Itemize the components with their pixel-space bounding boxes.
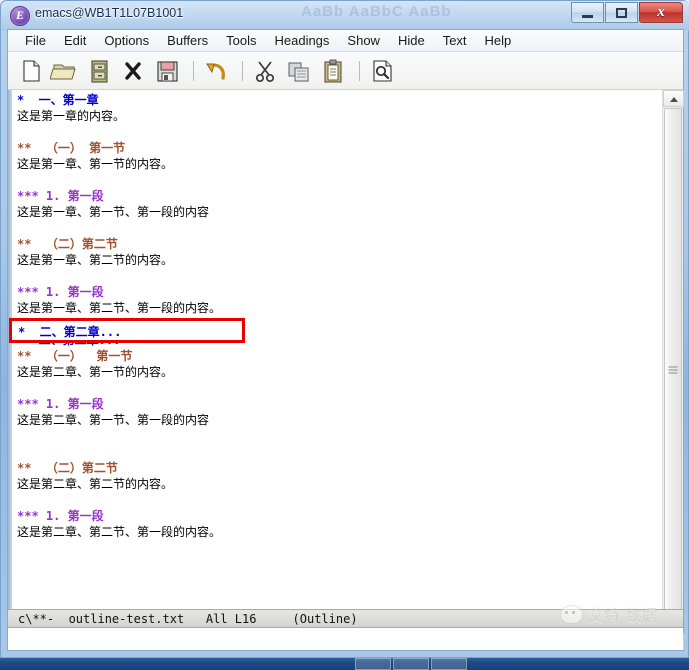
buffer-blank-line[interactable] xyxy=(17,220,661,236)
buffer-line-body[interactable]: 这是第二章、第二节、第一段的内容。 xyxy=(17,524,661,540)
buffer-blank-line[interactable] xyxy=(17,124,661,140)
undo-arrow-icon[interactable] xyxy=(201,56,231,86)
cut-scissors-icon[interactable] xyxy=(250,56,280,86)
menu-item-help[interactable]: Help xyxy=(476,31,521,50)
menu-item-file[interactable]: File xyxy=(16,31,55,50)
windows-taskbar xyxy=(0,657,689,670)
vertical-scrollbar[interactable] xyxy=(662,90,684,650)
buffer-line-body[interactable]: 这是第一章的内容。 xyxy=(17,108,661,124)
line-text: *** 1. 第一段 xyxy=(17,189,104,203)
line-text: ** （一） 第一节 xyxy=(17,349,133,363)
close-icon: x xyxy=(657,4,665,20)
close-x-icon[interactable] xyxy=(118,56,148,86)
buffer-line-h3[interactable]: *** 1. 第一段 xyxy=(17,284,661,300)
emacs-window: AaBb AaBbC AaBb E emacs@WB1T1L07B1001 x … xyxy=(0,0,689,658)
buffer-blank-line[interactable] xyxy=(17,380,661,396)
menu-bar: File Edit Options Buffers Tools Headings Show H… xyxy=(8,30,683,52)
buffer-line-h1[interactable]: * 一、第一章 xyxy=(17,92,661,108)
toolbar-separator xyxy=(359,60,360,81)
line-text: *** 1. 第一段 xyxy=(17,509,104,523)
buffer-blank-line[interactable] xyxy=(17,172,661,188)
menu-item-edit[interactable]: Edit xyxy=(55,31,95,50)
emacs-icon: E xyxy=(10,6,30,26)
buffer-line-h2[interactable]: ** （一） 第一节 xyxy=(17,348,661,364)
highlight-rectangle: * 二、第二章... xyxy=(9,318,245,343)
close-button[interactable]: x xyxy=(639,2,683,23)
toolbar-separator xyxy=(193,60,194,81)
window-title: emacs@WB1T1L07B1001 xyxy=(35,6,184,20)
buffer-blank-line[interactable] xyxy=(17,492,661,508)
window-client-area: File Edit Options Buffers Tools Headings Show H… xyxy=(7,29,684,651)
buffer-line-body[interactable]: 这是第一章、第二节的内容。 xyxy=(17,252,661,268)
buffer-blank-line[interactable] xyxy=(17,268,661,284)
taskbar-item-2[interactable] xyxy=(393,658,429,670)
highlight-line-text: * 二、第二章... xyxy=(18,325,122,339)
open-folder-icon[interactable] xyxy=(49,56,80,86)
save-floppy-icon[interactable] xyxy=(152,56,182,86)
new-file-icon[interactable] xyxy=(16,56,46,86)
buffer-line-h2[interactable]: ** （二）第二节 xyxy=(17,236,661,252)
menu-item-buffers[interactable]: Buffers xyxy=(158,31,217,50)
menu-item-text[interactable]: Text xyxy=(434,31,476,50)
line-text: 这是第一章、第一节的内容。 xyxy=(17,157,174,171)
minimize-button[interactable] xyxy=(571,2,604,23)
line-text: 这是第一章的内容。 xyxy=(17,109,126,123)
buffer-line-h2[interactable]: ** （一） 第一节 xyxy=(17,140,661,156)
line-text: 这是第一章、第一节、第一段的内容 xyxy=(17,205,210,219)
screenshot-root: AaBb AaBbC AaBb E emacs@WB1T1L07B1001 x … xyxy=(0,0,689,670)
line-text: *** 1. 第一段 xyxy=(17,397,104,411)
dired-cabinet-icon[interactable] xyxy=(84,56,114,86)
taskbar-item-3[interactable] xyxy=(431,658,467,670)
line-text: 这是第二章、第二节的内容。 xyxy=(17,477,174,491)
buffer-line-h3[interactable]: *** 1. 第一段 xyxy=(17,396,661,412)
title-bar: E emacs@WB1T1L07B1001 x xyxy=(1,1,689,29)
line-text: 这是第二章、第一节的内容。 xyxy=(17,365,174,379)
line-text: 这是第一章、第二节的内容。 xyxy=(17,253,174,267)
search-magnifier-icon[interactable] xyxy=(367,56,397,86)
echo-area[interactable] xyxy=(8,628,683,650)
buffer-line-body[interactable]: 这是第二章、第一节的内容。 xyxy=(17,364,661,380)
scroll-up-arrow[interactable] xyxy=(663,90,684,107)
line-text: ** （一） 第一节 xyxy=(17,141,126,155)
buffer-line-body[interactable]: 这是第一章、第一节、第一段的内容 xyxy=(17,204,661,220)
buffer-line-h3[interactable]: *** 1. 第一段 xyxy=(17,508,661,524)
window-divider-bar xyxy=(8,90,12,650)
line-text: 这是第一章、第二节、第一段的内容。 xyxy=(17,301,222,315)
scroll-grip-icon xyxy=(668,365,678,376)
menu-item-show[interactable]: Show xyxy=(338,31,389,50)
buffer-line-body[interactable]: 这是第二章、第二节的内容。 xyxy=(17,476,661,492)
line-text: ** （二）第二节 xyxy=(17,461,118,475)
menu-item-options[interactable]: Options xyxy=(95,31,158,50)
line-text: *** 1. 第一段 xyxy=(17,285,104,299)
menu-item-hide[interactable]: Hide xyxy=(389,31,434,50)
buffer-blank-line[interactable] xyxy=(17,428,661,444)
chevron-up-icon xyxy=(670,97,678,102)
maximize-button[interactable] xyxy=(605,2,638,23)
minimize-icon xyxy=(582,15,593,18)
line-text: ** （二）第二节 xyxy=(17,237,118,251)
taskbar-item-1[interactable] xyxy=(355,658,391,670)
buffer-blank-line[interactable] xyxy=(17,444,661,460)
buffer-line-h3[interactable]: *** 1. 第一段 xyxy=(17,188,661,204)
copy-icon[interactable] xyxy=(284,56,314,86)
maximize-icon xyxy=(616,8,627,18)
tool-bar xyxy=(8,52,683,90)
text-buffer[interactable]: * 一、第一章 这是第一章的内容。 ** （一） 第一节 这是第一章、第一节的内容。 *… xyxy=(8,90,683,650)
mode-line: c\**- outline-test.txt All L16 (Outline) xyxy=(8,609,683,628)
line-text: 这是第二章、第一节、第一段的内容 xyxy=(17,413,210,427)
line-text: 这是第二章、第二节、第一段的内容。 xyxy=(17,525,222,539)
toolbar-separator xyxy=(242,60,243,81)
menu-item-headings[interactable]: Headings xyxy=(265,31,338,50)
buffer-line-body[interactable]: 这是第二章、第一节、第一段的内容 xyxy=(17,412,661,428)
buffer-text[interactable]: * 一、第一章 这是第一章的内容。 ** （一） 第一节 这是第一章、第一节的内容。 *… xyxy=(17,90,661,650)
line-text: * 一、第一章 xyxy=(17,93,99,107)
buffer-line-body[interactable]: 这是第一章、第二节、第一段的内容。 xyxy=(17,300,661,316)
buffer-line-h2[interactable]: ** （二）第二节 xyxy=(17,460,661,476)
scroll-thumb[interactable] xyxy=(664,108,682,632)
buffer-line-body[interactable]: 这是第一章、第一节的内容。 xyxy=(17,156,661,172)
paste-clipboard-icon[interactable] xyxy=(318,56,348,86)
menu-item-tools[interactable]: Tools xyxy=(217,31,265,50)
